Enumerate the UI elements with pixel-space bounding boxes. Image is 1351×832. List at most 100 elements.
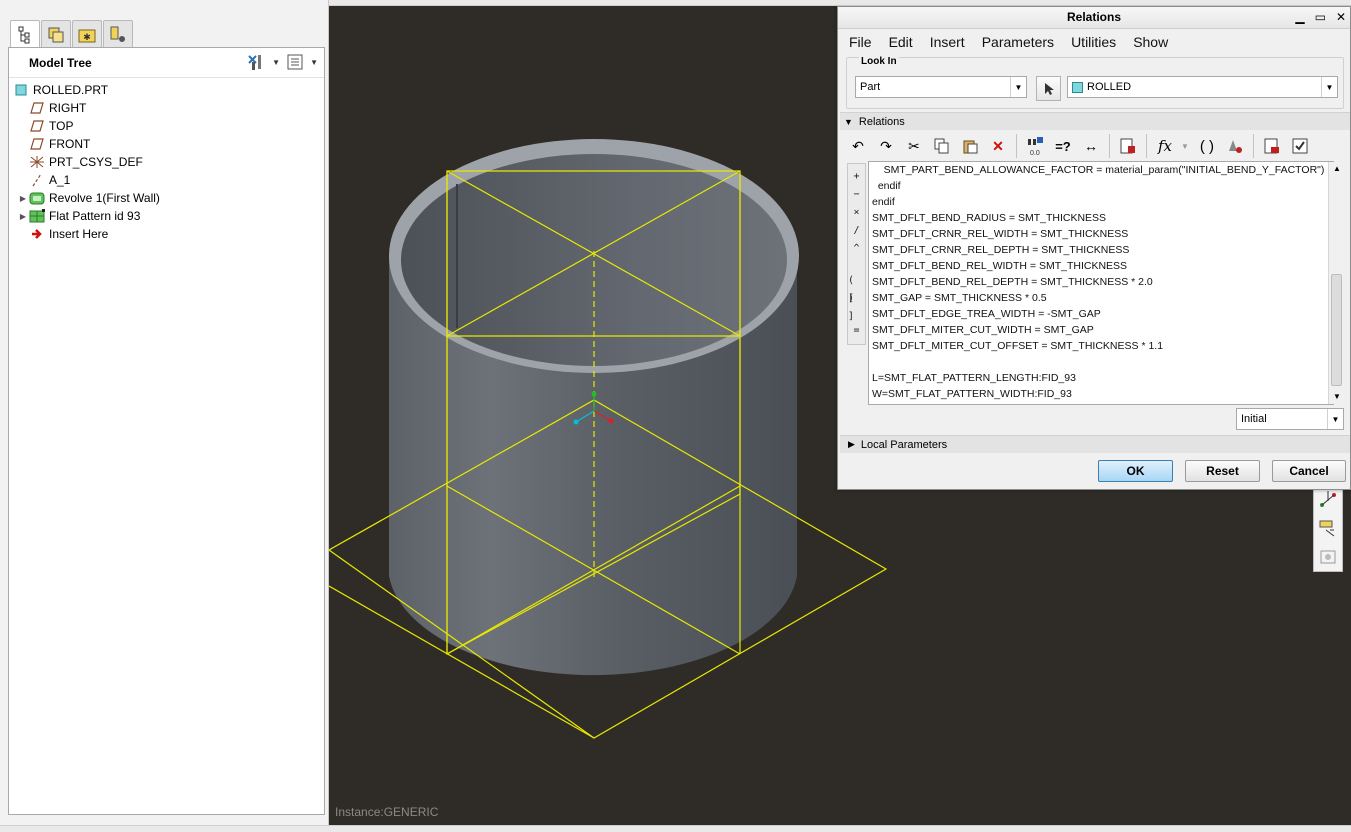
instance-label: Instance:GENERIC — [335, 805, 439, 819]
close-icon[interactable]: ✕ — [1336, 7, 1346, 28]
editor-line: SMT_DFLT_CRNR_REL_WIDTH = SMT_THICKNESS — [872, 228, 1129, 240]
tree-item-insert-here[interactable]: Insert Here — [9, 225, 324, 243]
tree-item-flat-pattern[interactable]: ▶ Flat Pattern id 93 — [9, 207, 324, 225]
initial-state-select[interactable]: Initial ▼ — [1236, 408, 1344, 430]
tab-favorites[interactable]: ✱ — [72, 20, 102, 48]
dimension-icon[interactable]: ↔ — [1079, 134, 1103, 158]
maximize-icon[interactable]: ▭ — [1315, 7, 1326, 28]
spin-center-icon[interactable] — [1318, 547, 1338, 567]
redo-icon[interactable]: ↷ — [874, 134, 898, 158]
datum-plane-icon — [29, 137, 45, 151]
editor-line: SMT_DFLT_MITER_CUT_OFFSET = SMT_THICKNES… — [872, 340, 1164, 352]
insert-function-lock-icon[interactable] — [1116, 134, 1140, 158]
tab-model-tree[interactable] — [10, 20, 40, 49]
tree-item-label: PRT_CSYS_DEF — [49, 155, 143, 169]
tree-settings-icon[interactable] — [246, 53, 266, 71]
look-in-object-select[interactable]: ROLLED ▼ — [1067, 76, 1338, 98]
tree-item-rolled-prt[interactable]: ROLLED.PRT — [9, 81, 324, 99]
operator-parentheses-button[interactable]: ( ) — [848, 272, 865, 304]
chevron-down-icon[interactable]: ▼ — [1181, 142, 1189, 151]
tree-item-label: FRONT — [49, 137, 91, 151]
expand-arrow-icon[interactable]: ▶ — [17, 212, 29, 221]
operator-equals-button[interactable]: = — [853, 322, 859, 340]
sheetmetal-wall-icon — [29, 191, 45, 205]
cursor-arrow-icon — [1044, 82, 1054, 95]
editor-line: SMT_DFLT_CRNR_REL_DEPTH = SMT_THICKNESS — [872, 244, 1130, 256]
relations-toolbar: ↶ ↷ ✂ ✕ 0.0 =? ↔ fx ▼ ( ) — [846, 132, 1344, 160]
undo-icon[interactable]: ↶ — [846, 134, 870, 158]
ok-button[interactable]: OK — [1098, 460, 1173, 482]
operator-brackets-button[interactable]: [ ] — [848, 290, 865, 322]
minimize-icon[interactable]: ▁ — [1295, 7, 1304, 28]
datum-display-icon[interactable] — [1318, 489, 1338, 509]
editor-line: endif — [872, 180, 901, 192]
verify-relations-icon[interactable] — [1288, 134, 1312, 158]
menu-utilities[interactable]: Utilities — [1071, 34, 1116, 50]
insert-function-icon[interactable]: fx — [1153, 134, 1177, 158]
delete-icon[interactable]: ✕ — [986, 134, 1010, 158]
menu-file[interactable]: File — [849, 34, 872, 50]
tree-item-label: Flat Pattern id 93 — [49, 209, 141, 223]
relations-section-header[interactable]: ▼ Relations — [840, 112, 1350, 130]
tree-item-label: A_1 — [49, 173, 71, 187]
menu-insert[interactable]: Insert — [930, 34, 965, 50]
menu-show[interactable]: Show — [1133, 34, 1168, 50]
scroll-down-icon[interactable]: ▼ — [1329, 390, 1345, 404]
local-parameters-section-header[interactable]: ▶ Local Parameters — [840, 435, 1350, 453]
tree-item-label: RIGHT — [49, 101, 87, 115]
operator-plus-button[interactable]: + — [853, 168, 859, 186]
expand-arrow-icon[interactable]: ▶ — [17, 194, 29, 203]
tree-item-revolve-1[interactable]: ▶ Revolve 1(First Wall) — [9, 189, 324, 207]
editor-line: SMT_DFLT_BEND_REL_DEPTH = SMT_THICKNESS … — [872, 276, 1153, 288]
tree-item-right[interactable]: RIGHT — [9, 99, 324, 117]
window-buttons: ▁ ▭ ✕ — [1295, 7, 1346, 28]
layers-icon — [48, 27, 64, 42]
expand-triangle-icon: ▶ — [848, 439, 855, 449]
tree-item-a-1[interactable]: A_1 — [9, 171, 324, 189]
cancel-button[interactable]: Cancel — [1272, 460, 1346, 482]
datum-plane-icon — [29, 101, 45, 115]
editor-line: SMT_DFLT_BEND_RADIUS = SMT_THICKNESS — [872, 212, 1107, 224]
chevron-down-icon[interactable]: ▼ — [272, 58, 280, 67]
menu-parameters[interactable]: Parameters — [982, 34, 1054, 50]
status-bar — [0, 825, 1351, 832]
look-in-legend: Look In — [859, 56, 899, 67]
chevron-down-icon: ▼ — [1321, 77, 1337, 97]
connections-icon — [110, 26, 125, 42]
tree-columns-icon[interactable] — [286, 53, 304, 71]
tree-item-front[interactable]: FRONT — [9, 135, 324, 153]
reset-button[interactable]: Reset — [1185, 460, 1260, 482]
tree-item-prt-csys-def[interactable]: PRT_CSYS_DEF — [9, 153, 324, 171]
copy-icon[interactable] — [930, 134, 954, 158]
sort-relations-icon[interactable] — [1260, 134, 1284, 158]
relations-dialog: Relations ▁ ▭ ✕ File Edit Insert Paramet… — [837, 6, 1351, 490]
select-object-button[interactable] — [1036, 76, 1061, 101]
paste-icon[interactable] — [958, 134, 982, 158]
relations-section-label: Relations — [858, 115, 905, 128]
tree-item-top[interactable]: TOP — [9, 117, 324, 135]
operator-multiply-button[interactable]: × — [853, 204, 859, 222]
tab-connections[interactable] — [103, 20, 133, 48]
cut-icon[interactable]: ✂ — [902, 134, 926, 158]
flat-pattern-icon — [29, 209, 45, 223]
tab-layers[interactable] — [41, 20, 71, 48]
editor-scrollbar[interactable]: ▲ ▼ — [1328, 162, 1344, 404]
scrollbar-thumb[interactable] — [1331, 274, 1342, 386]
coordinate-system-icon — [29, 155, 45, 169]
operator-power-button[interactable]: ^ — [853, 240, 859, 258]
relations-editor[interactable]: SMT_PART_BEND_ALLOWANCE_FACTOR = materia… — [868, 161, 1334, 405]
operator-divide-button[interactable]: / — [853, 222, 859, 240]
chevron-down-icon: ▼ — [1327, 409, 1343, 429]
scroll-up-icon[interactable]: ▲ — [1329, 162, 1345, 176]
operator-minus-button[interactable]: − — [853, 186, 859, 204]
chevron-down-icon[interactable]: ▼ — [310, 58, 318, 67]
annotation-display-icon[interactable] — [1318, 518, 1338, 538]
menu-edit[interactable]: Edit — [889, 34, 913, 50]
evaluate-selection-icon[interactable]: 0.0 — [1023, 134, 1047, 158]
look-in-type-value: Part — [860, 81, 881, 93]
evaluate-expression-icon[interactable]: =? — [1051, 134, 1075, 158]
parentheses-icon[interactable]: ( ) — [1195, 134, 1219, 158]
look-in-type-select[interactable]: Part ▼ — [855, 76, 1027, 98]
insert-parameter-icon[interactable] — [1223, 134, 1247, 158]
